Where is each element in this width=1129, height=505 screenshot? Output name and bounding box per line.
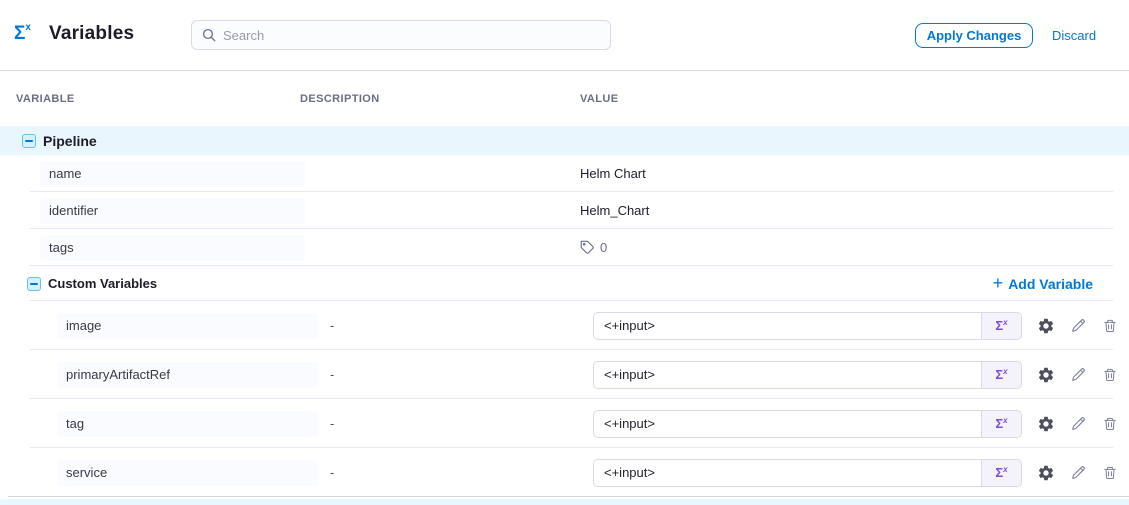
gear-icon — [1037, 366, 1055, 384]
custom-variables-section-row[interactable]: Custom Variables + Add Variable — [0, 266, 1129, 301]
variable-name-label: service — [57, 460, 318, 486]
expression-type-badge[interactable]: Σx — [981, 460, 1021, 486]
variable-name-label: name — [40, 161, 305, 187]
pencil-icon — [1070, 464, 1087, 481]
settings-button[interactable] — [1037, 415, 1055, 433]
add-variable-label: Add Variable — [1008, 276, 1093, 292]
column-header-description: DESCRIPTION — [300, 93, 580, 105]
gear-icon — [1037, 317, 1055, 335]
variable-row-tags: tags 0 — [0, 229, 1129, 266]
trash-icon — [1102, 367, 1118, 383]
value-input[interactable] — [594, 313, 981, 339]
minus-icon — [25, 140, 33, 142]
pencil-icon — [1070, 366, 1087, 383]
custom-variables-section-label: Custom Variables — [48, 276, 157, 291]
variable-description: - — [300, 318, 580, 333]
search-icon — [202, 28, 216, 42]
top-bar: Σx Variables Apply Changes Discard — [0, 0, 1129, 71]
apply-changes-button[interactable]: Apply Changes — [915, 23, 1033, 48]
expression-type-badge[interactable]: Σx — [981, 362, 1021, 388]
edit-button[interactable] — [1070, 415, 1087, 432]
value-input-wrapper: Σx — [593, 312, 1022, 340]
variable-name-label: image — [57, 313, 318, 339]
variable-row-tag: tag - Σx — [0, 399, 1129, 448]
trash-icon — [1102, 465, 1118, 481]
value-input-wrapper: Σx — [593, 361, 1022, 389]
variable-description: - — [300, 465, 580, 480]
column-header-variable: VARIABLE — [16, 93, 300, 105]
next-section-row-partial — [0, 499, 1129, 505]
edit-button[interactable] — [1070, 317, 1087, 334]
variable-description: - — [300, 416, 580, 431]
variable-name-label: primaryArtifactRef — [57, 362, 318, 388]
edit-button[interactable] — [1070, 464, 1087, 481]
value-input[interactable] — [594, 411, 981, 437]
variable-row-primaryartifactref: primaryArtifactRef - Σx — [0, 350, 1129, 399]
settings-button[interactable] — [1037, 464, 1055, 482]
edit-button[interactable] — [1070, 366, 1087, 383]
variable-row-identifier: identifier Helm_Chart — [0, 192, 1129, 229]
column-header-value: VALUE — [580, 93, 1113, 105]
expression-type-badge[interactable]: Σx — [981, 313, 1021, 339]
pipeline-section-label: Pipeline — [43, 133, 97, 149]
pencil-icon — [1070, 317, 1087, 334]
tags-count-value: 0 — [580, 240, 1113, 255]
value-input[interactable] — [594, 362, 981, 388]
delete-button[interactable] — [1102, 367, 1118, 383]
variable-value: Helm Chart — [580, 166, 1113, 181]
page-title: Variables — [49, 23, 134, 45]
variable-row-name: name Helm Chart — [0, 155, 1129, 192]
search-input[interactable] — [223, 28, 600, 43]
gear-icon — [1037, 464, 1055, 482]
discard-button[interactable]: Discard — [1052, 28, 1096, 43]
minus-icon — [30, 283, 38, 285]
tags-count: 0 — [600, 240, 607, 255]
variable-row-image: image - Σx — [0, 301, 1129, 350]
pencil-icon — [1070, 415, 1087, 432]
delete-button[interactable] — [1102, 318, 1118, 334]
gear-icon — [1037, 415, 1055, 433]
variable-description: - — [300, 367, 580, 382]
settings-button[interactable] — [1037, 317, 1055, 335]
collapse-toggle[interactable] — [22, 134, 36, 148]
value-input-wrapper: Σx — [593, 459, 1022, 487]
search-box[interactable] — [191, 20, 611, 50]
value-input[interactable] — [594, 460, 981, 486]
delete-button[interactable] — [1102, 416, 1118, 432]
variable-row-service: service - Σx — [0, 448, 1129, 497]
trash-icon — [1102, 416, 1118, 432]
add-variable-button[interactable]: + Add Variable — [993, 266, 1093, 301]
tag-icon — [580, 240, 595, 255]
sigma-expression-logo-icon: Σx — [14, 24, 31, 43]
variable-value: Helm_Chart — [580, 203, 1113, 218]
settings-button[interactable] — [1037, 366, 1055, 384]
variable-name-label: tag — [57, 411, 318, 437]
expression-type-badge[interactable]: Σx — [981, 411, 1021, 437]
plus-icon: + — [993, 274, 1004, 292]
value-input-wrapper: Σx — [593, 410, 1022, 438]
variable-name-label: identifier — [40, 198, 305, 224]
variable-name-label: tags — [40, 235, 305, 261]
collapse-toggle[interactable] — [27, 277, 41, 291]
trash-icon — [1102, 318, 1118, 334]
table-header-row: VARIABLE DESCRIPTION VALUE — [0, 71, 1129, 126]
delete-button[interactable] — [1102, 465, 1118, 481]
pipeline-section-row[interactable]: Pipeline — [0, 126, 1129, 155]
